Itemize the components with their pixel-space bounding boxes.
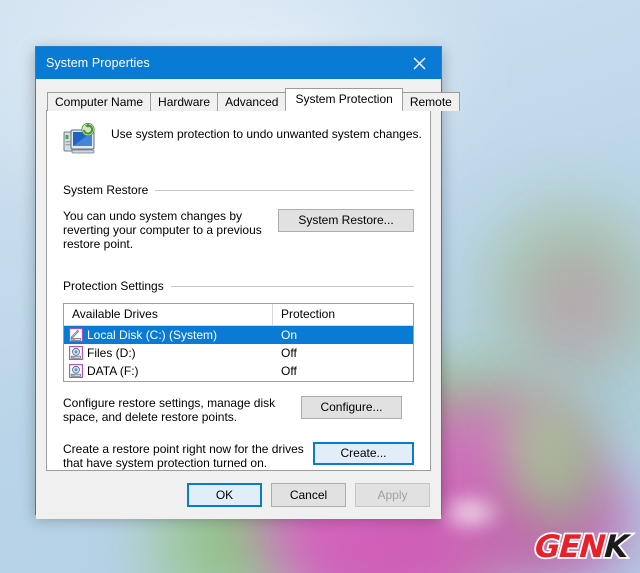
column-header-available-drives[interactable]: Available Drives: [64, 304, 273, 325]
tab-computer-name[interactable]: Computer Name: [47, 92, 152, 111]
system-restore-group-header: System Restore: [63, 183, 414, 197]
genk-watermark-red: GEN: [532, 527, 608, 567]
list-header-row: Available Drives Protection: [64, 304, 413, 326]
system-restore-description: You can undo system changes by reverting…: [63, 209, 262, 251]
system-drive-icon: [69, 328, 83, 342]
configure-button[interactable]: Configure...: [301, 396, 402, 419]
table-row[interactable]: Files (D:) Off: [64, 344, 413, 362]
drive-label: DATA (F:): [87, 364, 139, 378]
close-icon: [413, 57, 425, 69]
apply-button[interactable]: Apply: [355, 483, 430, 507]
create-row: Create a restore point right now for the…: [63, 442, 414, 470]
drive-cell: Files (D:): [64, 346, 273, 360]
wallpaper-blur-leaf-2: [505, 395, 565, 515]
dialog-footer: OK Cancel Apply: [36, 471, 441, 519]
drive-cell: DATA (F:): [64, 364, 273, 378]
protection-settings-group: Protection Settings Available Drives Pro…: [63, 279, 414, 470]
system-restore-group-title: System Restore: [63, 183, 149, 197]
dialog-body: Computer Name Hardware Advanced System P…: [36, 79, 460, 471]
tab-remote[interactable]: Remote: [401, 92, 460, 111]
tab-strip: Computer Name Hardware Advanced System P…: [46, 88, 460, 111]
ok-button[interactable]: OK: [187, 483, 262, 507]
protection-settings-group-title: Protection Settings: [63, 279, 164, 293]
tab-panel-system-protection: Use system protection to undo unwanted s…: [46, 110, 431, 471]
drive-icon: [69, 364, 83, 378]
group-divider: [155, 189, 414, 191]
tab-system-protection[interactable]: System Protection: [285, 88, 403, 111]
desktop-background: GENK System Properties Computer Name Har…: [0, 0, 640, 573]
system-restore-row: You can undo system changes by reverting…: [63, 209, 414, 251]
protection-cell: Off: [281, 346, 297, 360]
system-protection-icon: [63, 123, 95, 154]
drive-label: Local Disk (C:) (System): [87, 328, 218, 342]
wallpaper-blur-petal: [500, 220, 640, 390]
system-properties-dialog: System Properties Computer Name Hardware…: [35, 46, 460, 519]
table-row[interactable]: DATA (F:) Off: [64, 362, 413, 380]
protection-cell: On: [281, 328, 298, 342]
create-button[interactable]: Create...: [313, 442, 414, 465]
drive-icon: [69, 346, 83, 360]
system-restore-group: System Restore You can undo system chang…: [63, 183, 414, 251]
intro-row: Use system protection to undo unwanted s…: [47, 111, 430, 157]
configure-description: Configure restore settings, manage disk …: [63, 396, 276, 424]
drive-label: Files (D:): [87, 346, 136, 360]
drive-cell: Local Disk (C:) (System): [64, 328, 273, 342]
protection-cell: Off: [281, 364, 297, 378]
window-title: System Properties: [46, 56, 150, 70]
available-drives-list[interactable]: Available Drives Protection Local Disk (…: [63, 303, 414, 382]
cancel-button[interactable]: Cancel: [271, 483, 346, 507]
protection-settings-group-header: Protection Settings: [63, 279, 414, 293]
system-restore-button[interactable]: System Restore...: [278, 209, 414, 232]
create-description: Create a restore point right now for the…: [63, 442, 304, 470]
table-row[interactable]: Local Disk (C:) (System) On: [64, 326, 413, 344]
genk-watermark-black: K: [602, 527, 631, 567]
genk-watermark: GENK: [532, 527, 631, 567]
tab-hardware[interactable]: Hardware: [150, 92, 219, 111]
tab-advanced[interactable]: Advanced: [217, 92, 287, 111]
wallpaper-blur-stamen: [435, 490, 505, 535]
title-bar: System Properties: [36, 47, 441, 79]
intro-text: Use system protection to undo unwanted s…: [111, 127, 422, 141]
close-button[interactable]: [397, 47, 441, 79]
configure-row: Configure restore settings, manage disk …: [63, 396, 414, 424]
column-header-protection[interactable]: Protection: [273, 304, 413, 325]
group-divider: [170, 285, 414, 287]
